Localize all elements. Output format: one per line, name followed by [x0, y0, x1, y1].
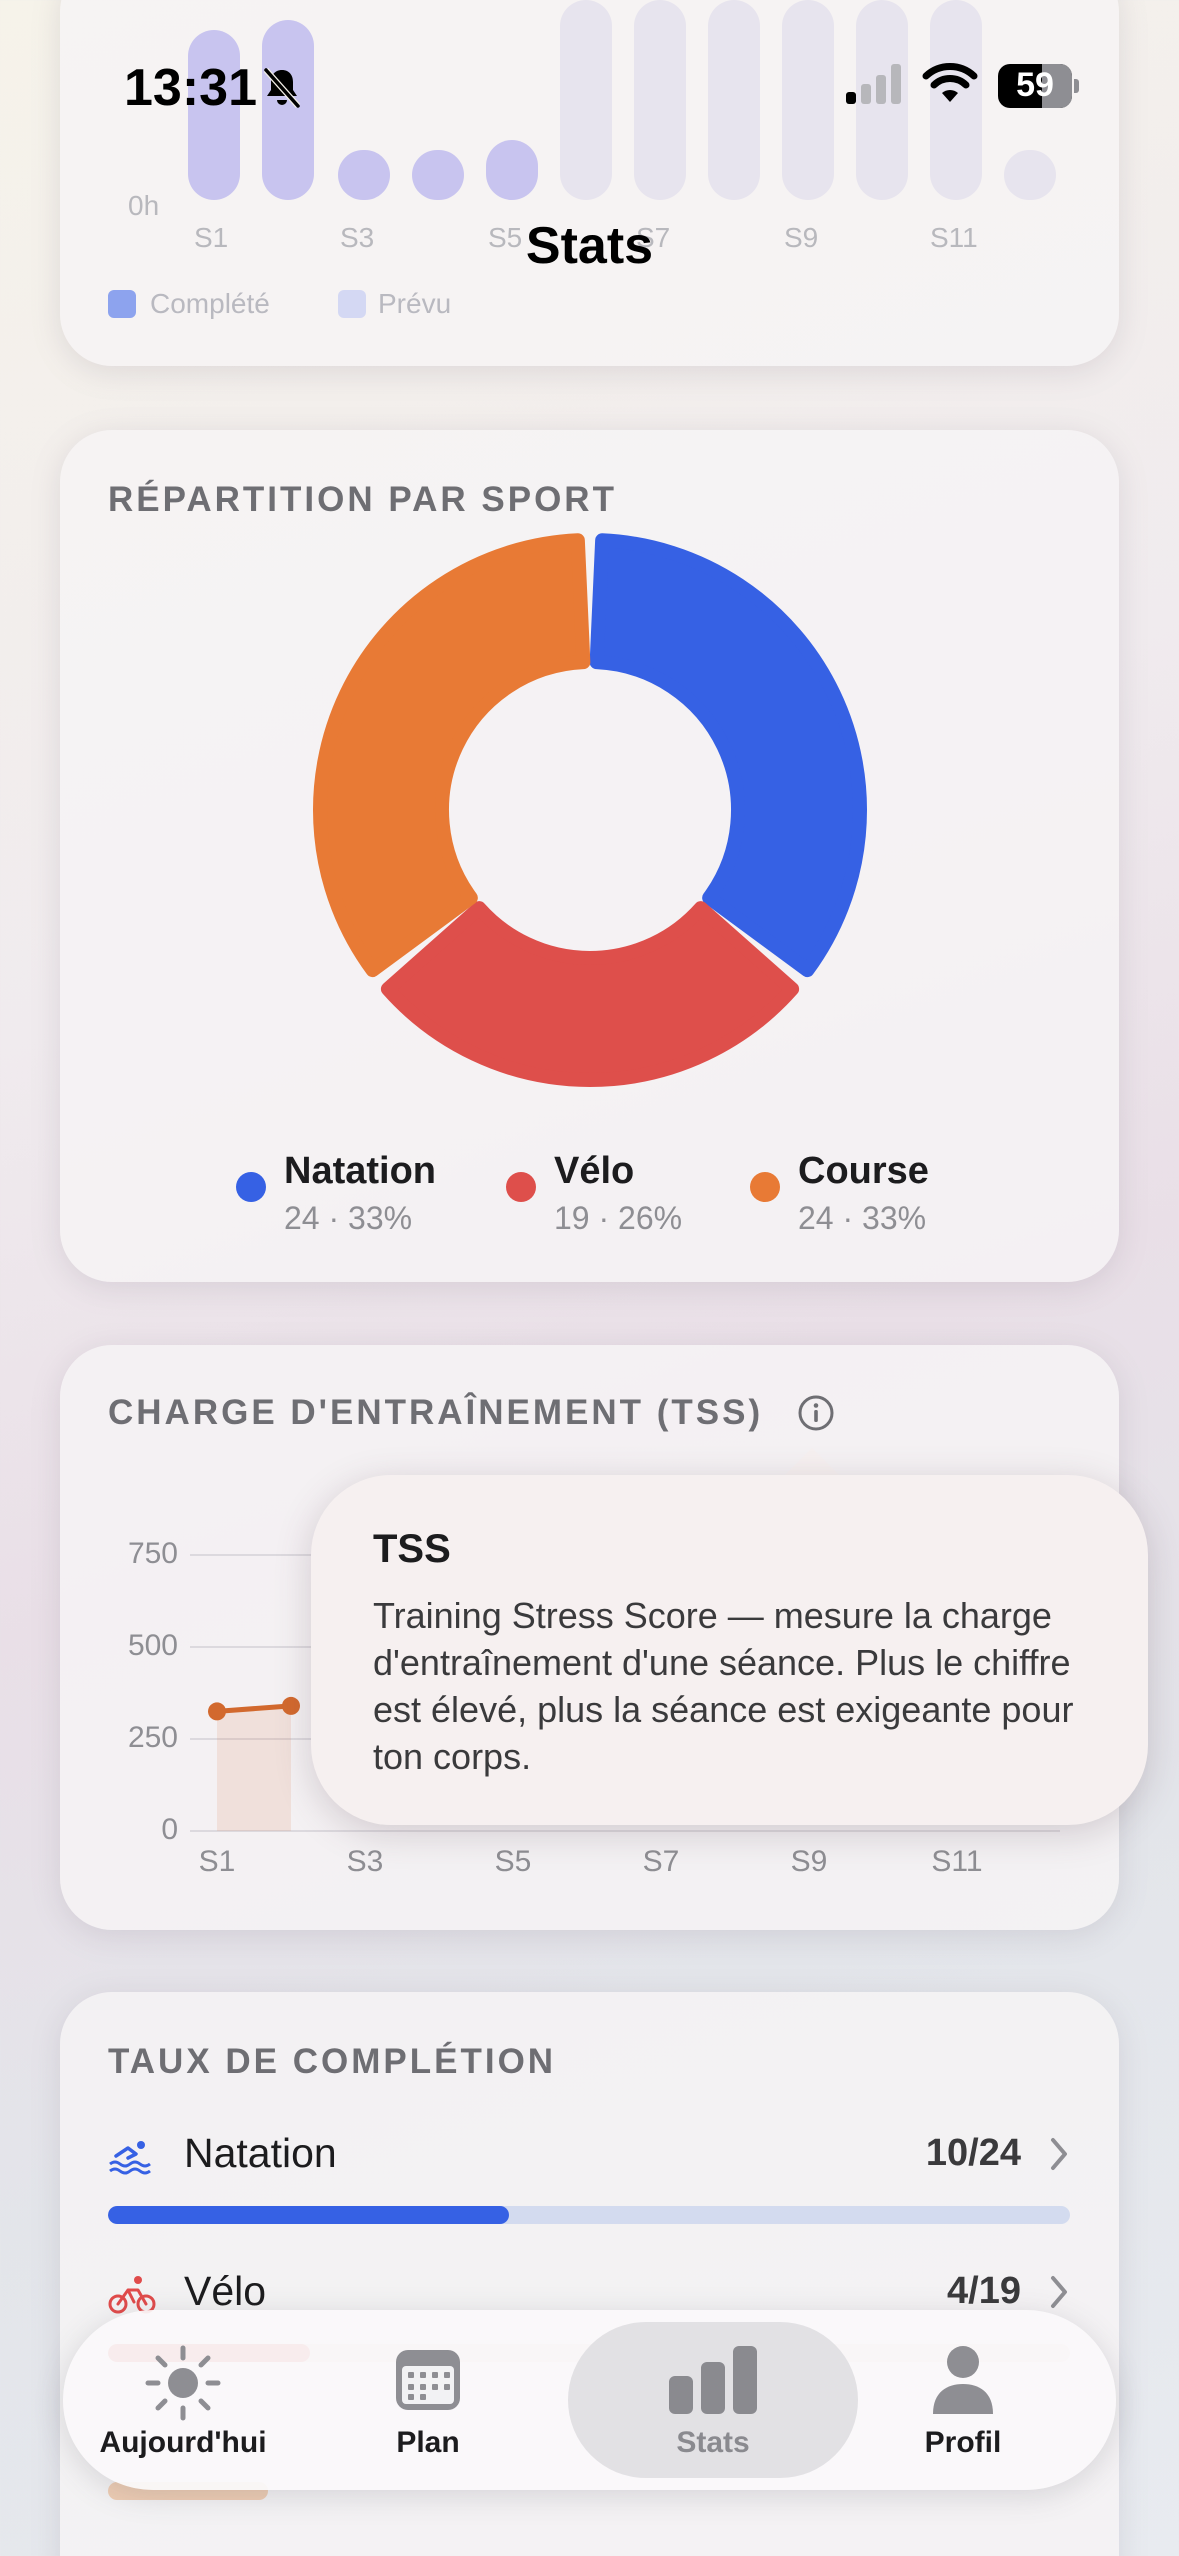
tooltip-title: TSS [373, 1527, 451, 1571]
legend-dot [750, 1172, 780, 1202]
chevron-right-icon [1051, 2276, 1067, 2308]
legend-name: Natation [284, 1150, 436, 1192]
progress-fill [108, 2206, 510, 2224]
tab-plan[interactable]: Plan [363, 2310, 493, 2490]
chevron-right-icon [1051, 2138, 1067, 2170]
x-tick-label: S11 [931, 1845, 983, 1878]
tab-stats[interactable]: Stats [643, 2310, 783, 2490]
row-name: Vélo [184, 2268, 267, 2314]
sun-icon [145, 2345, 221, 2421]
row-count: 4/19 [947, 2270, 1021, 2312]
legend-name: Course [798, 1150, 929, 1192]
tss-point [282, 1696, 300, 1715]
bell-slash-icon [263, 68, 301, 108]
legend-label-completed: Complété [150, 288, 270, 319]
ghost-bar [412, 150, 464, 200]
ghost-bar [560, 0, 612, 200]
donut-slice-course [313, 533, 591, 978]
status-time: 13:31 [124, 59, 257, 117]
ghost-bar [1004, 150, 1056, 200]
row-count: 10/24 [925, 2132, 1021, 2174]
x-tick-label: S5 [494, 1845, 532, 1878]
legend-dot [236, 1172, 266, 1202]
battery-icon: 59 [998, 64, 1079, 108]
battery-level: 59 [1016, 66, 1054, 104]
row-name: Natation [184, 2130, 337, 2176]
x-tick-label: S7 [642, 1845, 680, 1878]
tooltip-arrow [782, 1448, 842, 1478]
completion-title: TAUX DE COMPLÉTION [108, 2042, 557, 2081]
ghost-bar [338, 150, 390, 200]
legend-name: Vélo [554, 1150, 635, 1192]
page-title: Stats [525, 217, 654, 275]
calendar-icon [396, 2350, 460, 2410]
bar-chart-icon [669, 2346, 757, 2414]
ghost-bar [486, 140, 538, 200]
tab-profile[interactable]: Profil [893, 2310, 1033, 2490]
legend-value: 24 · 33% [798, 1200, 927, 1236]
signal-icon [846, 64, 901, 104]
x-tick-label: S9 [790, 1845, 828, 1878]
tss-area [217, 1705, 291, 1831]
legend-label-planned: Prévu [378, 288, 452, 319]
sport-split-title: RÉPARTITION PAR SPORT [108, 480, 617, 519]
donut-slice-vélo [380, 901, 800, 1087]
tss-tooltip[interactable]: TSS Training Stress Score — mesure la ch… [311, 1475, 1148, 1825]
legend-value: 19 · 26% [554, 1200, 683, 1236]
ghost-bar [708, 0, 760, 200]
tab-label: Stats [676, 2426, 750, 2459]
x-tick-label: S1 [198, 1845, 236, 1878]
donut-slice-natation [589, 533, 867, 978]
sport-split-card: RÉPARTITION PAR SPORT Natation 24 · 33% … [60, 430, 1119, 1282]
person-icon [933, 2346, 993, 2414]
legend-swatch-planned [338, 290, 366, 318]
tab-label: Aujourd'hui [99, 2426, 267, 2459]
tooltip-body: Training Stress Score — mesure la charge… [373, 1595, 1074, 1777]
bike-icon [108, 2276, 156, 2314]
tab-bar: Aujourd'hui Plan Stats Profil [63, 2310, 1116, 2490]
progress-bar [108, 2206, 1070, 2224]
ghost-bar [634, 0, 686, 200]
legend-value: 24 · 33% [284, 1200, 413, 1236]
x-tick-label: S3 [346, 1845, 384, 1878]
legend-swatch-completed [108, 290, 136, 318]
y-tick-label: 0 [161, 1813, 178, 1846]
tab-label: Plan [396, 2426, 460, 2459]
weekly-volume-card: 0h S1 S3 S5 S7 S9 S11 Complété Prévu [60, 0, 1119, 366]
y-tick-label: 500 [127, 1629, 178, 1662]
y-tick-label: 750 [127, 1537, 178, 1570]
wifi-icon [922, 63, 978, 102]
y-tick-label: 250 [127, 1721, 178, 1754]
sport-donut-chart [313, 533, 867, 1087]
swim-icon [109, 2141, 151, 2175]
tab-today[interactable]: Aujourd'hui [83, 2310, 283, 2490]
ghost-bar [782, 0, 834, 200]
legend-dot [506, 1172, 536, 1202]
tss-point [208, 1702, 226, 1721]
tab-label: Profil [924, 2426, 1002, 2459]
